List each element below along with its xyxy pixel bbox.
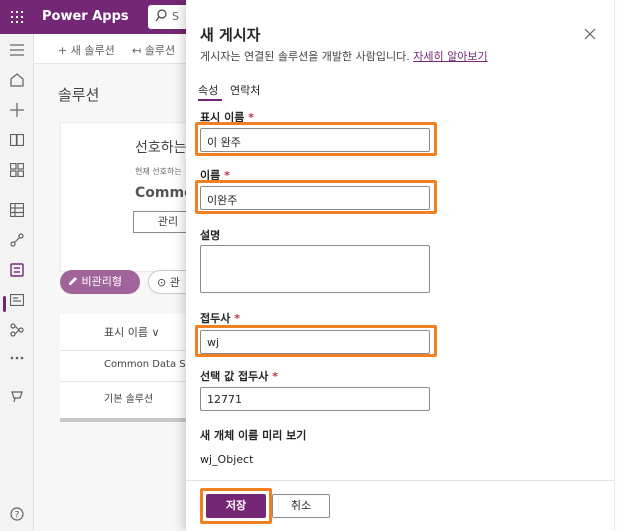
description-textarea[interactable] xyxy=(200,245,430,293)
plus-icon[interactable] xyxy=(9,102,25,118)
page-title: 솔루션 xyxy=(58,86,100,104)
card-heading: 선호하는 xyxy=(135,140,187,156)
name-label-text: 이름 xyxy=(200,169,221,182)
more-icon[interactable] xyxy=(9,350,25,366)
learn-more-link[interactable]: 자세히 알아보기 xyxy=(413,50,487,63)
svg-text:?: ? xyxy=(15,511,20,521)
menu-icon[interactable] xyxy=(9,42,25,58)
option-prefix-input[interactable]: 12771 xyxy=(200,387,430,411)
display-name-label-text: 표시 이름 xyxy=(200,111,245,124)
app-launcher-icon[interactable] xyxy=(0,0,34,34)
card-subtext: 현재 선호하는 xyxy=(135,167,182,176)
tab-properties[interactable]: 속성 xyxy=(198,82,223,101)
description-text: 게시자는 연결된 솔루션을 개발한 사람입니다. xyxy=(200,50,410,63)
required-marker: * xyxy=(234,312,240,325)
required-marker: * xyxy=(224,169,230,182)
cancel-button[interactable]: 취소 xyxy=(272,494,330,518)
home-icon[interactable] xyxy=(9,72,25,88)
display-name-input[interactable]: 이 완주 xyxy=(200,128,430,152)
prefix-label: 접두사 * xyxy=(200,310,240,326)
required-marker: * xyxy=(272,370,278,383)
option-prefix-label: 선택 값 접두사 * xyxy=(200,368,278,384)
table-icon[interactable] xyxy=(9,202,25,218)
display-name-label: 표시 이름 * xyxy=(200,109,254,125)
active-nav-indicator xyxy=(3,296,6,312)
required-marker: * xyxy=(248,111,254,124)
table-row[interactable]: 기본 솔루션 xyxy=(104,390,153,405)
filter-unmanaged[interactable]: 비관리형 xyxy=(60,270,140,294)
pencil-icon xyxy=(69,277,77,285)
search-placeholder: S xyxy=(172,10,179,23)
tab-contact[interactable]: 연락처 xyxy=(230,82,260,98)
right-edge-strip xyxy=(614,0,624,531)
panel-title: 새 게시자 xyxy=(200,26,261,44)
footer-divider xyxy=(186,480,614,481)
learn-icon[interactable] xyxy=(9,132,25,148)
description-label: 설명 xyxy=(200,229,221,242)
new-publisher-panel: 새 게시자 게시자는 연결된 솔루션을 개발한 사람입니다. 자세히 알아보기 … xyxy=(186,0,614,531)
chatbot-icon[interactable] xyxy=(9,388,25,404)
left-navigation: ? xyxy=(0,34,34,531)
dataflow-icon[interactable] xyxy=(9,322,25,338)
filter-unmanaged-label: 비관리형 xyxy=(81,275,122,288)
lock-icon: ⊙ xyxy=(157,276,167,289)
app-title[interactable]: Power Apps xyxy=(42,9,129,24)
search-icon xyxy=(155,9,167,26)
preview-label: 새 개체 이름 미리 보기 xyxy=(200,429,307,442)
help-icon[interactable]: ? xyxy=(9,506,25,522)
table-row[interactable]: Common Data S xyxy=(104,359,186,370)
save-button[interactable]: 저장 xyxy=(206,494,266,518)
apps-icon[interactable] xyxy=(9,162,25,178)
cards-icon[interactable] xyxy=(9,292,25,308)
prefix-label-text: 접두사 xyxy=(200,312,231,325)
flows-icon[interactable] xyxy=(9,232,25,248)
solutions-icon[interactable] xyxy=(9,262,25,278)
new-solution-button[interactable]: + 새 솔루션 xyxy=(58,42,115,58)
prefix-input[interactable]: wj xyxy=(200,330,430,354)
name-label: 이름 * xyxy=(200,167,230,183)
close-icon[interactable] xyxy=(584,28,598,42)
panel-description: 게시자는 연결된 솔루션을 개발한 사람입니다. 자세히 알아보기 xyxy=(200,48,488,64)
filter-managed-label: 관 xyxy=(169,276,180,289)
name-input[interactable]: 이완주 xyxy=(200,186,430,210)
import-solution-button[interactable]: ↤ 솔루션 xyxy=(132,42,175,58)
column-header-display-name[interactable]: 표시 이름 ∨ xyxy=(104,324,160,340)
preview-value: wj_Object xyxy=(200,453,254,466)
option-prefix-label-text: 선택 값 접두사 xyxy=(200,370,269,383)
